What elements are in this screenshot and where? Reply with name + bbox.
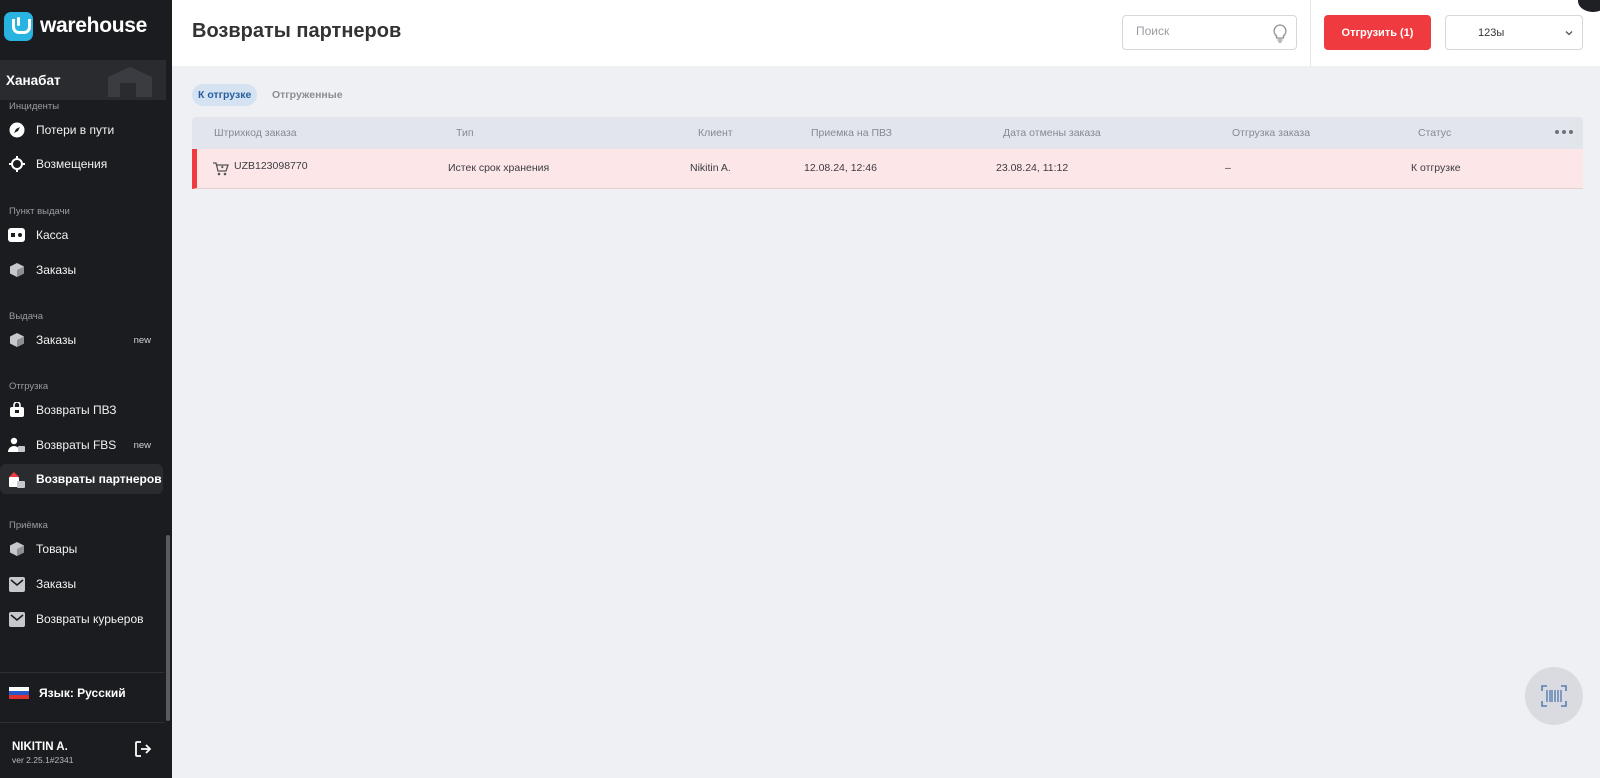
store-building-icon [108,67,152,97]
section-pickup-point: Пункт выдачи [9,206,70,217]
divider [0,722,164,723]
sidebar-item-courier-returns[interactable]: Возвраты курьеров [0,604,163,634]
cell-type: Истек срок хранения [448,162,550,174]
sidebar-item-label: Заказы [36,577,77,591]
divider [0,672,164,673]
sidebar-item-label: Возвраты курьеров [36,612,144,626]
header-divider [1310,0,1311,66]
app-logo[interactable]: warehouse [4,11,147,41]
column-header-type[interactable]: Тип [456,127,474,139]
sidebar-item-label: Товары [36,542,78,556]
compass-icon [8,122,25,139]
language-label: Язык: Русский [39,686,126,700]
sidebar-item-orders-issue[interactable]: Заказы new [0,325,163,355]
shift-select[interactable]: 123ы [1445,15,1583,50]
sidebar-item-refunds[interactable]: Возмещения [0,149,163,179]
sidebar-item-goods[interactable]: Товары [0,534,163,564]
store-name: Ханабат [6,72,61,88]
russian-flag-icon [9,686,29,700]
section-issuance: Выдача [9,311,44,322]
search-input[interactable] [1136,24,1266,38]
sidebar-item-label: Заказы [36,333,77,347]
cart-icon [213,162,229,176]
search-box[interactable] [1122,15,1297,50]
lightbulb-icon[interactable] [1273,24,1287,43]
section-incidents: Инциденты [9,101,60,112]
envelope-box-icon [8,576,25,593]
sidebar-item-cash[interactable]: Касса [0,220,163,250]
new-badge: new [133,439,151,451]
sidebar-item-orders-pvz[interactable]: Заказы [0,255,163,285]
partner-return-icon [8,471,25,488]
column-header-received[interactable]: Приемка на ПВЗ [811,127,892,139]
sidebar-item-label: Заказы [36,263,77,277]
envelope-box-icon [8,611,25,628]
user-info: NIKITIN A. ver 2.25.1#2341 [12,741,73,765]
table-header: Штрихкод заказа Тип Клиент Приемка на ПВ… [192,117,1583,149]
barcode-icon [1541,685,1567,707]
chevron-down-icon [1565,31,1573,36]
cell-cancel-date: 23.08.24, 11:12 [996,162,1069,174]
box-icon [8,332,25,349]
section-shipment: Отгрузка [9,381,49,392]
logo-text: warehouse [40,14,148,37]
return-bag-icon [8,402,25,419]
select-value: 123ы [1478,27,1505,39]
sidebar: warehouse Ханабат Инциденты Потери в пут… [0,0,172,778]
page-title: Возвраты партнеров [192,20,402,42]
sidebar-item-label: Возвраты FBS [36,438,117,452]
cell-barcode[interactable]: UZB123098770 [234,160,308,172]
sidebar-item-label: Потери в пути [36,123,115,137]
barcode-scanner-button[interactable] [1525,667,1583,725]
sidebar-item-label: Возвраты ПВЗ [36,403,117,417]
box-icon [8,541,25,558]
tab-shipped[interactable]: Отгруженные [266,84,349,106]
target-icon [8,156,25,173]
ship-button[interactable]: Отгрузить (1) [1324,15,1431,50]
sidebar-item-label: Возвраты партнеров [36,472,162,486]
person-box-icon [8,437,25,454]
sidebar-item-returns-fbs[interactable]: Возвраты FBS new [0,430,163,460]
table-row[interactable]: UZB123098770 Истек срок хранения Nikitin… [192,149,1583,189]
cell-received: 12.08.24, 12:46 [804,162,877,174]
logout-icon[interactable] [133,739,153,759]
column-header-client[interactable]: Клиент [698,127,733,139]
sidebar-item-partner-returns[interactable]: Возвраты партнеров [0,464,163,494]
sidebar-item-returns-pvz[interactable]: Возвраты ПВЗ [0,395,163,425]
column-header-status[interactable]: Статус [1418,127,1451,139]
sidebar-scrollbar[interactable] [166,535,170,721]
store-selector[interactable]: Ханабат [0,60,166,100]
sidebar-item-label: Возмещения [36,157,108,171]
page-header: Возвраты партнеров Отгрузить (1) 123ы [172,0,1600,66]
returns-table: Штрихкод заказа Тип Клиент Приемка на ПВ… [192,117,1583,189]
more-options-icon[interactable] [1555,130,1573,135]
tab-to-ship[interactable]: К отгрузке [192,84,258,106]
sidebar-item-losses[interactable]: Потери в пути [0,115,163,145]
user-name: NIKITIN A. [12,741,68,753]
sidebar-item-label: Касса [36,228,69,242]
cell-client: Nikitin A. [690,162,731,174]
column-header-shipment[interactable]: Отгрузка заказа [1232,127,1310,139]
cell-status: К отгрузке [1411,162,1461,174]
column-header-cancel-date[interactable]: Дата отмены заказа [1003,127,1101,139]
language-selector[interactable]: Язык: Русский [0,679,164,707]
new-badge: new [133,334,151,346]
app-version: ver 2.25.1#2341 [12,755,74,765]
sidebar-item-orders-receiving[interactable]: Заказы [0,569,163,599]
column-header-barcode[interactable]: Штрихкод заказа [214,127,297,139]
cash-register-icon [8,227,25,244]
cell-shipment: – [1225,162,1231,174]
logo-icon [4,11,33,41]
section-receiving: Приёмка [9,520,48,531]
box-icon [8,262,25,279]
